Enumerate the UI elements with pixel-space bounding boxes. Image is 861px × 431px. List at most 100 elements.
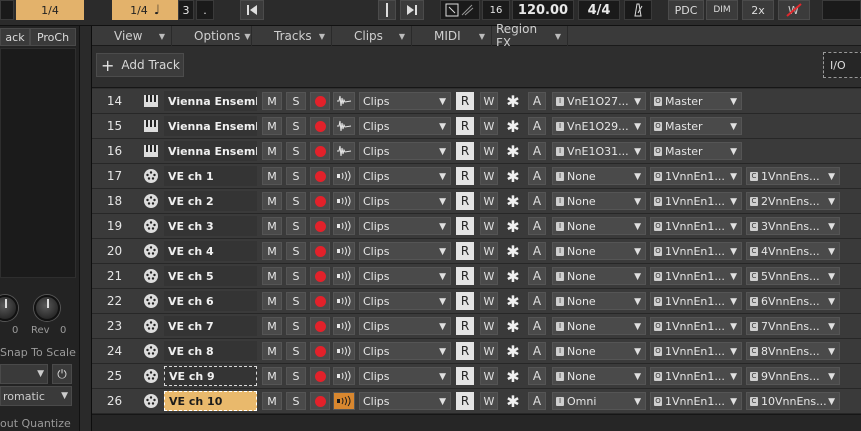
track-row[interactable]: 24 VE ch 8 M S Clips ▼ R W ✱ A I None ▼ O 1VnnEn1... ▼ C…: [92, 339, 861, 364]
solo-button[interactable]: S: [286, 217, 306, 235]
input-select[interactable]: I None ▼: [552, 192, 646, 210]
mute-button[interactable]: M: [262, 117, 282, 135]
write-automation-button[interactable]: W: [480, 242, 498, 260]
solo-button[interactable]: S: [286, 292, 306, 310]
record-arm-button[interactable]: [310, 92, 330, 110]
metronome-icon[interactable]: [624, 0, 652, 20]
read-automation-button[interactable]: R: [456, 267, 474, 285]
add-track-button[interactable]: + Add Track: [96, 53, 184, 77]
output-select[interactable]: O Master ▼: [650, 92, 742, 110]
solo-button[interactable]: S: [286, 342, 306, 360]
read-automation-button[interactable]: R: [456, 217, 474, 235]
asterisk-icon[interactable]: ✱: [504, 367, 522, 386]
pdc-button[interactable]: PDC: [668, 0, 704, 20]
read-automation-button[interactable]: R: [456, 317, 474, 335]
write-disable-icon[interactable]: W: [778, 0, 810, 20]
track-row[interactable]: 17 VE ch 1 M S Clips ▼ R W ✱ A I None ▼ O 1VnnEn1... ▼ C…: [92, 164, 861, 189]
input-echo-button[interactable]: [333, 292, 355, 310]
input-echo-button[interactable]: [333, 217, 355, 235]
track-name[interactable]: VE ch 5: [164, 266, 257, 286]
asterisk-icon[interactable]: ✱: [504, 142, 522, 161]
output-select[interactable]: O 1VnnEn1... ▼: [650, 392, 742, 410]
channel-select[interactable]: C 7VnnEns... ▼: [746, 317, 840, 335]
metronome-toggle-icon[interactable]: [440, 0, 480, 20]
clips-select[interactable]: Clips ▼: [359, 117, 451, 135]
track-name[interactable]: VE ch 8: [164, 341, 257, 361]
menu-midi[interactable]: MIDI ▼: [412, 26, 492, 46]
automation-arm-button[interactable]: A: [528, 92, 546, 110]
track-row[interactable]: 14Vienna EnsembleMSClips▼RW✱AIVnE1O27...…: [92, 89, 861, 114]
menu-clips[interactable]: Clips ▼: [332, 26, 412, 46]
output-select[interactable]: O 1VnnEn1... ▼: [650, 367, 742, 385]
automation-arm-button[interactable]: A: [528, 167, 546, 185]
input-echo-button[interactable]: [333, 167, 355, 185]
clips-select[interactable]: Clips ▼: [359, 392, 451, 410]
record-arm-button[interactable]: [310, 242, 330, 260]
track-name[interactable]: VE ch 2: [164, 191, 257, 211]
output-select[interactable]: O Master ▼: [650, 117, 742, 135]
channel-select[interactable]: C 2VnnEns... ▼: [746, 192, 840, 210]
channel-select[interactable]: C 8VnnEns... ▼: [746, 342, 840, 360]
clips-select[interactable]: Clips ▼: [359, 142, 451, 160]
mute-button[interactable]: M: [262, 92, 282, 110]
snap-resolution-display[interactable]: 1/4: [16, 0, 84, 20]
zoom-button[interactable]: 2x: [742, 0, 774, 20]
write-automation-button[interactable]: W: [480, 142, 498, 160]
input-echo-button[interactable]: [333, 317, 355, 335]
read-automation-button[interactable]: R: [456, 342, 474, 360]
asterisk-icon[interactable]: ✱: [504, 392, 522, 411]
track-name[interactable]: Vienna Ensemble: [164, 91, 257, 111]
menu-options[interactable]: Options ▼: [172, 26, 252, 46]
input-select[interactable]: I None ▼: [552, 317, 646, 335]
write-automation-button[interactable]: W: [480, 392, 498, 410]
read-automation-button[interactable]: R: [456, 367, 474, 385]
mute-button[interactable]: M: [262, 192, 282, 210]
record-arm-button[interactable]: [310, 142, 330, 160]
triplet-value[interactable]: 3: [178, 0, 194, 20]
write-automation-button[interactable]: W: [480, 292, 498, 310]
input-select[interactable]: I None ▼: [552, 167, 646, 185]
output-select[interactable]: O 1VnnEn1... ▼: [650, 167, 742, 185]
read-automation-button[interactable]: R: [456, 392, 474, 410]
mute-button[interactable]: M: [262, 392, 282, 410]
input-select[interactable]: I Omni ▼: [552, 392, 646, 410]
track-row[interactable]: 15Vienna EnsembleMSClips▼RW✱AIVnE1O29...…: [92, 114, 861, 139]
input-select[interactable]: I VnE1O27... ▼: [552, 92, 646, 110]
solo-button[interactable]: S: [286, 142, 306, 160]
input-echo-button[interactable]: [333, 92, 355, 110]
track-row[interactable]: 18 VE ch 2 M S Clips ▼ R W ✱ A I None ▼ O 1VnnEn1... ▼ C…: [92, 189, 861, 214]
clips-select[interactable]: Clips ▼: [359, 267, 451, 285]
clips-select[interactable]: Clips ▼: [359, 367, 451, 385]
mute-button[interactable]: M: [262, 217, 282, 235]
record-arm-button[interactable]: [310, 192, 330, 210]
write-automation-button[interactable]: W: [480, 167, 498, 185]
solo-button[interactable]: S: [286, 192, 306, 210]
asterisk-icon[interactable]: ✱: [504, 292, 522, 311]
track-name[interactable]: Vienna Ensemble: [164, 116, 257, 136]
clips-select[interactable]: Clips ▼: [359, 217, 451, 235]
track-row[interactable]: 26 VE ch 10 M S Clips ▼ R W ✱ A I Omni ▼ O 1VnnEn1... ▼…: [92, 389, 861, 414]
asterisk-icon[interactable]: ✱: [504, 92, 522, 111]
extra-panel-button[interactable]: [822, 0, 861, 20]
output-select[interactable]: O 1VnnEn1... ▼: [650, 267, 742, 285]
mute-button[interactable]: M: [262, 317, 282, 335]
track-row[interactable]: 22 VE ch 6 M S Clips ▼ R W ✱ A I None ▼ O 1VnnEn1... ▼ C…: [92, 289, 861, 314]
automation-arm-button[interactable]: A: [528, 317, 546, 335]
mute-button[interactable]: M: [262, 342, 282, 360]
track-name[interactable]: VE ch 9: [164, 366, 257, 386]
record-arm-button[interactable]: [310, 392, 330, 410]
channel-select[interactable]: C 10VnnEns... ▼: [746, 392, 840, 410]
track-row[interactable]: 25 VE ch 9 M S Clips ▼ R W ✱ A I None ▼ O 1VnnEn1... ▼ C…: [92, 364, 861, 389]
write-automation-button[interactable]: W: [480, 367, 498, 385]
input-echo-button[interactable]: [333, 242, 355, 260]
input-echo-button[interactable]: [333, 342, 355, 360]
automation-arm-button[interactable]: A: [528, 342, 546, 360]
read-automation-button[interactable]: R: [456, 292, 474, 310]
automation-arm-button[interactable]: A: [528, 242, 546, 260]
automation-arm-button[interactable]: A: [528, 217, 546, 235]
solo-button[interactable]: S: [286, 367, 306, 385]
mute-button[interactable]: M: [262, 367, 282, 385]
clips-select[interactable]: Clips ▼: [359, 342, 451, 360]
channel-select[interactable]: C 9VnnEns... ▼: [746, 367, 840, 385]
solo-button[interactable]: S: [286, 317, 306, 335]
